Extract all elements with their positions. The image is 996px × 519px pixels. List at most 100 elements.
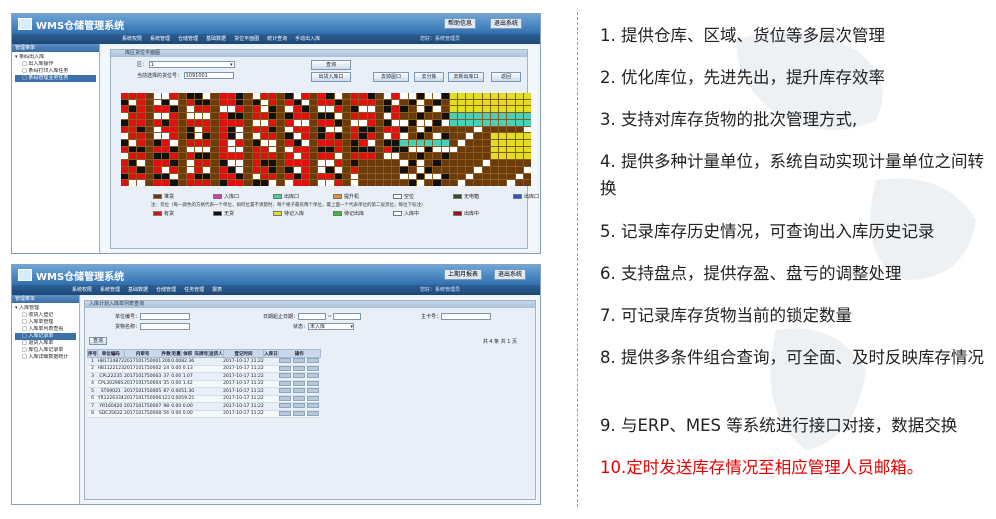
slot-cell[interactable] — [367, 140, 375, 146]
slot-cell[interactable] — [285, 119, 293, 126]
slot-cell[interactable] — [236, 99, 244, 106]
row-action-button[interactable] — [293, 410, 306, 416]
slot-cell[interactable] — [301, 180, 310, 186]
slot-cell[interactable] — [441, 93, 449, 99]
slot-cell[interactable] — [227, 93, 236, 99]
slot-cell[interactable] — [178, 173, 186, 180]
slot-cell[interactable] — [186, 146, 194, 153]
slot-cell[interactable] — [194, 153, 203, 160]
slot-cell[interactable] — [186, 119, 194, 126]
slot-cell[interactable] — [326, 119, 334, 126]
tree-item[interactable]: □ 入库单管理 — [15, 319, 76, 326]
slot-cell[interactable] — [318, 126, 326, 133]
slot-cell[interactable] — [137, 180, 145, 186]
slot-cell[interactable] — [310, 166, 318, 173]
slot-cell[interactable] — [408, 99, 416, 106]
slot-cell[interactable] — [392, 160, 400, 166]
slot-cell[interactable] — [416, 106, 425, 113]
slot-cell[interactable] — [145, 166, 153, 173]
slot-cell[interactable] — [425, 146, 433, 153]
nav-item[interactable]: 系统权限 — [122, 34, 142, 44]
logout-button[interactable]: 退出系统 — [490, 18, 523, 29]
slot-cell[interactable] — [310, 133, 318, 139]
slot-cell[interactable] — [252, 119, 260, 126]
slot-cell[interactable] — [145, 153, 153, 160]
row-action-button[interactable] — [293, 380, 306, 386]
slot-cell[interactable] — [342, 99, 351, 106]
slot-cell[interactable] — [186, 133, 194, 139]
slot-cell[interactable] — [441, 140, 449, 146]
nav-item[interactable]: 基础数据 — [128, 285, 148, 295]
slot-cell[interactable] — [458, 180, 466, 186]
slot-cell[interactable] — [244, 166, 252, 173]
slot-cell[interactable] — [121, 160, 129, 166]
slot-cell[interactable] — [285, 180, 293, 186]
slot-cell[interactable] — [219, 126, 227, 133]
slot-cell[interactable] — [490, 99, 499, 106]
table-row[interactable]: 3 CPL22235 2017101750003 37 0.00 1.07 2017-10-… — [87, 372, 321, 381]
slot-cell[interactable] — [162, 93, 170, 99]
slot-cell[interactable] — [170, 173, 178, 180]
slot-cell[interactable] — [449, 140, 458, 146]
slot-cell[interactable] — [400, 99, 408, 106]
slot-cell[interactable] — [449, 119, 458, 126]
slot-cell[interactable] — [203, 140, 211, 146]
slot-cell[interactable] — [121, 140, 129, 146]
slot-cell[interactable] — [408, 180, 416, 186]
slot-cell[interactable] — [458, 99, 466, 106]
slot-cell[interactable] — [384, 93, 392, 99]
tree-item[interactable]: □ 库位入库记录单 — [15, 347, 76, 354]
slot-cell[interactable] — [293, 173, 301, 180]
row-action-button[interactable] — [307, 373, 320, 379]
slot-cell[interactable] — [211, 99, 219, 106]
slot-cell[interactable] — [515, 146, 523, 153]
slot-cell[interactable] — [310, 153, 318, 160]
slot-cell[interactable] — [507, 173, 515, 180]
slot-cell[interactable] — [203, 133, 211, 139]
slot-cell[interactable] — [392, 126, 400, 133]
slot-cell[interactable] — [400, 126, 408, 133]
slot-cell[interactable] — [145, 119, 153, 126]
slot-cell[interactable] — [523, 160, 531, 166]
slot-cell[interactable] — [400, 140, 408, 146]
slot-cell[interactable] — [408, 160, 416, 166]
slot-cell[interactable] — [203, 126, 211, 133]
slot-cell[interactable] — [260, 166, 268, 173]
slot-cell[interactable] — [433, 106, 441, 113]
slot-cell[interactable] — [490, 166, 499, 173]
slot-cell[interactable] — [170, 126, 178, 133]
slot-cell[interactable] — [310, 173, 318, 180]
slot-cell[interactable] — [203, 153, 211, 160]
slot-cell[interactable] — [211, 113, 219, 119]
slot-cell[interactable] — [507, 160, 515, 166]
slot-cell[interactable] — [326, 106, 334, 113]
nav-item[interactable]: 仓储管理 — [156, 285, 176, 295]
slot-cell[interactable] — [466, 153, 474, 160]
slot-cell[interactable] — [515, 99, 523, 106]
slot-cell[interactable] — [416, 146, 425, 153]
slot-cell[interactable] — [441, 99, 449, 106]
query-button[interactable]: 查询 — [311, 60, 351, 70]
slot-cell[interactable] — [326, 133, 334, 139]
slot-cell[interactable] — [367, 160, 375, 166]
slot-cell[interactable] — [219, 166, 227, 173]
slot-cell[interactable] — [351, 173, 359, 180]
slot-cell[interactable] — [162, 153, 170, 160]
slot-cell[interactable] — [268, 119, 277, 126]
slot-cell[interactable] — [392, 106, 400, 113]
slot-cell[interactable] — [260, 106, 268, 113]
slot-cell[interactable] — [293, 93, 301, 99]
slot-cell[interactable] — [137, 106, 145, 113]
slot-cell[interactable] — [351, 93, 359, 99]
card-input[interactable] — [441, 313, 492, 320]
slot-cell[interactable] — [367, 113, 375, 119]
slot-cell[interactable] — [211, 93, 219, 99]
slot-cell[interactable] — [211, 160, 219, 166]
slot-cell[interactable] — [227, 113, 236, 119]
slot-cell[interactable] — [137, 113, 145, 119]
row-action-button[interactable] — [279, 358, 292, 364]
slot-cell[interactable] — [375, 173, 384, 180]
slot-cell[interactable] — [129, 93, 137, 99]
slot-cell[interactable] — [342, 93, 351, 99]
slot-cell[interactable] — [285, 133, 293, 139]
